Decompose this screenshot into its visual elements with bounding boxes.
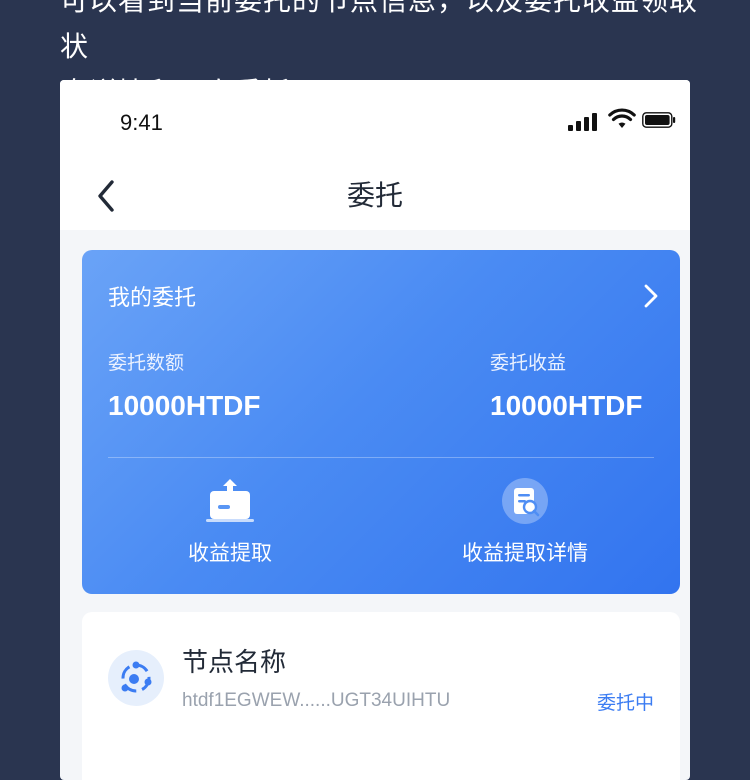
phone-screen: 9:41 委托 我的委托 委托数额 10000HTDF 委托收益 10000HT… [60,80,690,780]
node-network-icon [121,661,152,693]
withdraw-earnings-label: 收益提取 [188,541,272,565]
chevron-right-icon[interactable] [640,282,662,310]
my-delegation-card: 我的委托 委托数额 10000HTDF 委托收益 10000HTDF 收益提取 [82,250,680,594]
node-list-item[interactable]: 节点名称 htdf1EGWEW......UGT34UIHTU 委托中 [82,612,680,780]
delegation-amount-label: 委托数额 [108,352,185,374]
delegation-earnings-value: 10000HTDF [490,390,643,421]
withdraw-earnings-button[interactable]: 收益提取 [110,475,350,567]
node-status-badge[interactable]: 委托中 [597,688,654,715]
caption-line-1: 可以看到当前委托的节点信息，以及委托收益领取状 [60,0,699,63]
status-bar: 9:41 [60,80,690,164]
page-title: 委托 [346,179,403,212]
card-title[interactable]: 我的委托 [108,280,196,312]
wifi-icon [608,108,636,128]
delegation-earnings-label: 委托收益 [490,352,567,374]
node-address: htdf1EGWEW......UGT34UIHTU [182,690,451,711]
withdraw-box-icon [206,479,254,522]
status-time: 9:41 [120,110,163,135]
document-search-icon [502,478,548,524]
node-avatar [108,650,164,706]
node-name: 节点名称 [182,648,287,678]
withdraw-details-label: 收益提取详情 [462,541,588,565]
cellular-signal-icon [568,113,600,131]
battery-icon [642,112,676,128]
withdraw-details-button[interactable]: 收益提取详情 [405,475,645,567]
delegation-amount-value: 10000HTDF [108,390,261,421]
card-divider [108,457,654,458]
navigation-bar: 委托 [60,164,690,230]
